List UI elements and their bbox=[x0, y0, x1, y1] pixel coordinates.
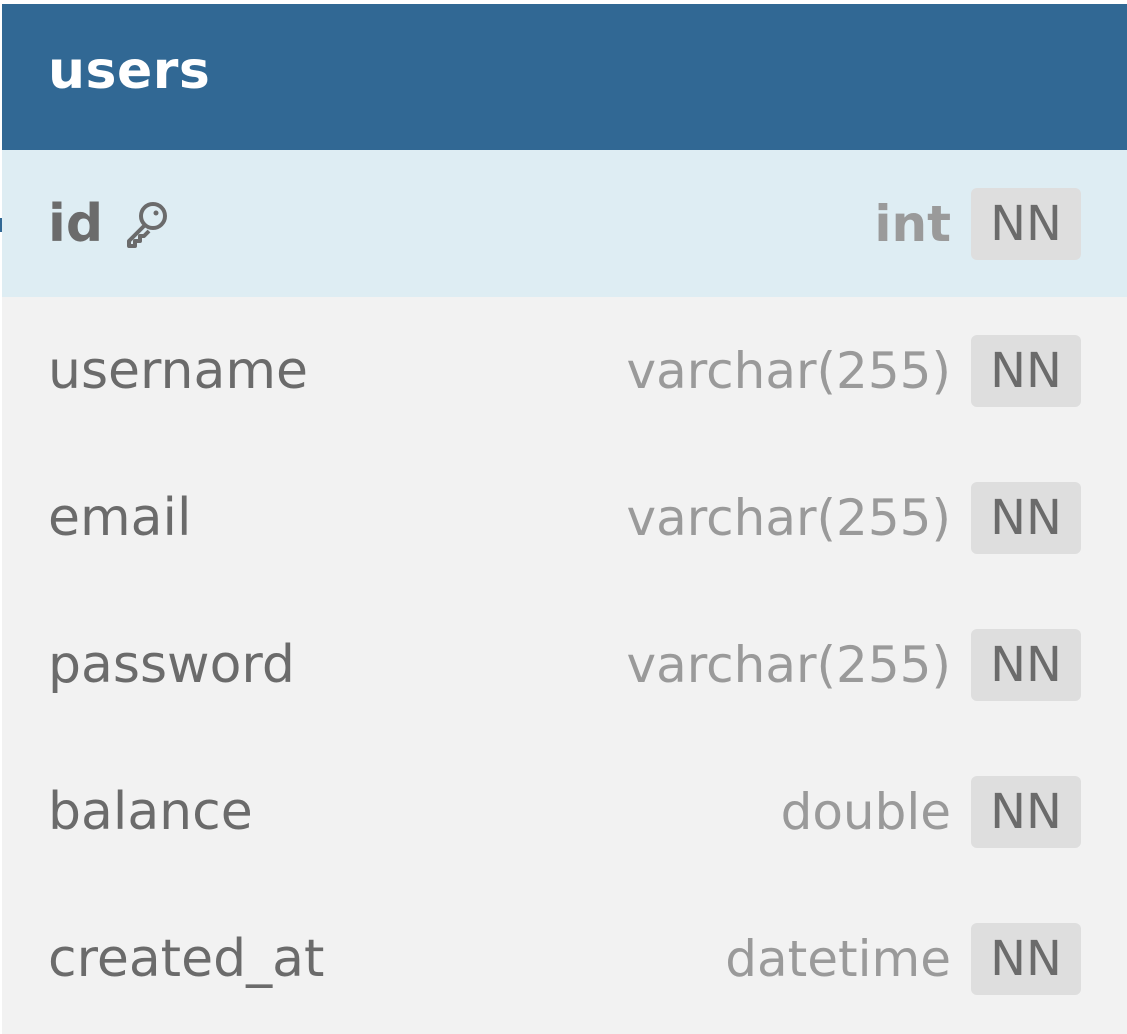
field-row-password[interactable]: password varchar(255) NN bbox=[2, 591, 1127, 738]
not-null-badge: NN bbox=[971, 187, 1081, 260]
not-null-badge: NN bbox=[971, 922, 1081, 995]
not-null-badge: NN bbox=[971, 334, 1081, 407]
field-name: username bbox=[48, 340, 308, 401]
field-type: varchar(255) bbox=[626, 488, 951, 547]
field-name: id bbox=[48, 194, 173, 254]
not-null-badge: NN bbox=[971, 628, 1081, 701]
table-header[interactable]: users bbox=[2, 4, 1127, 150]
field-row-id[interactable]: id int NN bbox=[2, 150, 1127, 297]
field-row-created-at[interactable]: created_at datetime NN bbox=[2, 885, 1127, 1032]
field-type: double bbox=[780, 782, 951, 841]
table-title: users bbox=[48, 41, 211, 101]
field-row-balance[interactable]: balance double NN bbox=[2, 738, 1127, 885]
table-users[interactable]: users id int NN username varchar(255) NN… bbox=[2, 4, 1127, 1034]
field-type: varchar(255) bbox=[626, 635, 951, 694]
field-name: created_at bbox=[48, 928, 325, 989]
field-type: int bbox=[874, 194, 951, 253]
field-row-email[interactable]: email varchar(255) NN bbox=[2, 444, 1127, 591]
not-null-badge: NN bbox=[971, 481, 1081, 554]
field-type: datetime bbox=[725, 929, 951, 988]
not-null-badge: NN bbox=[971, 775, 1081, 848]
key-icon bbox=[121, 198, 173, 250]
field-type: varchar(255) bbox=[626, 341, 951, 400]
field-name-text: id bbox=[48, 193, 104, 254]
field-row-username[interactable]: username varchar(255) NN bbox=[2, 297, 1127, 444]
field-name: email bbox=[48, 487, 192, 548]
field-name: balance bbox=[48, 781, 253, 842]
field-name: password bbox=[48, 634, 295, 695]
